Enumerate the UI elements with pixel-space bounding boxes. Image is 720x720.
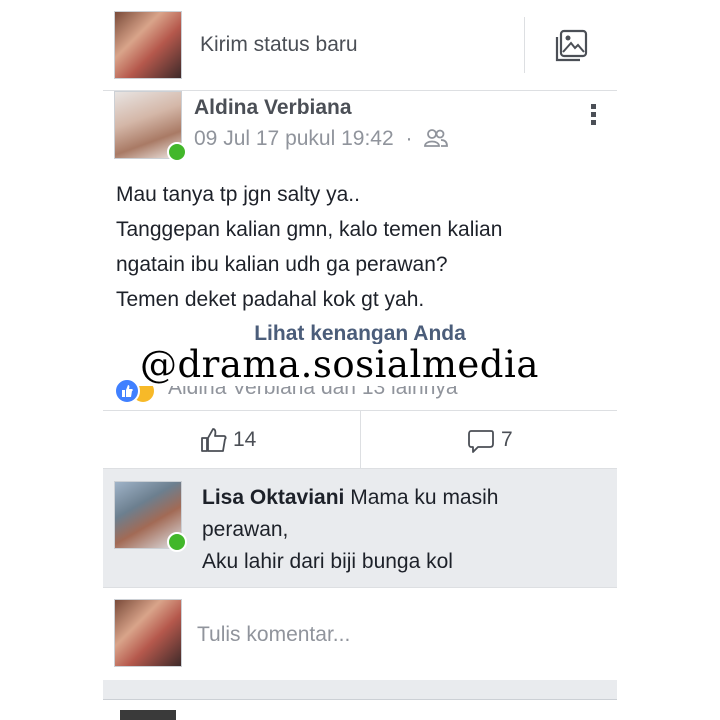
meta-separator: · (405, 127, 413, 150)
status-composer[interactable]: Kirim status baru (103, 0, 617, 90)
online-status-indicator (167, 142, 187, 162)
comment-text: Aku lahir dari biji bunga kol (202, 550, 453, 573)
post-date: 09 Jul 17 pukul 19:42 (194, 127, 394, 150)
more-vertical-icon[interactable] (591, 104, 599, 125)
like-count: 14 (233, 428, 257, 451)
comment-input[interactable]: Tulis komentar... (197, 623, 350, 647)
post-text-line: ngatain ibu kalian udh ga perawan? (116, 253, 448, 276)
comment-author-name[interactable]: Lisa Oktaviani (202, 486, 344, 509)
comment-body: Lisa Oktaviani Mama ku masih perawan, Ak… (202, 482, 602, 578)
current-user-avatar[interactable] (114, 11, 182, 79)
like-reaction-icon (114, 378, 140, 404)
composer-input[interactable]: Kirim status baru (200, 33, 358, 57)
friends-audience-icon (424, 128, 449, 154)
post-text-line: Temen deket padahal kok gt yah. (116, 288, 425, 311)
post-text-line: Tanggepan kalian gmn, kalo temen kalian (116, 218, 503, 241)
comment-count: 7 (501, 428, 513, 451)
comment-item: Lisa Oktaviani Mama ku masih perawan, Ak… (103, 468, 617, 586)
post-body: Mau tanya tp jgn salty ya.. Tanggepan ka… (116, 177, 606, 317)
post-timestamp[interactable]: 09 Jul 17 pukul 19:42 · (194, 127, 449, 154)
thumbs-up-icon (200, 427, 228, 458)
comment-button[interactable]: 7 (361, 411, 617, 468)
comment-text: Mama ku masih (350, 486, 499, 509)
feed-gap (103, 680, 617, 700)
comments-section: Lisa Oktaviani Mama ku masih perawan, Ak… (103, 468, 617, 680)
photo-gallery-icon[interactable] (554, 28, 590, 69)
current-user-avatar[interactable] (114, 599, 182, 667)
feed-column: Kirim status baru Aldina Verbiana 09 Jul… (103, 0, 617, 720)
post-text-line: Mau tanya tp jgn salty ya.. (116, 183, 360, 206)
online-status-indicator (167, 532, 187, 552)
comment-bubble-icon (467, 428, 495, 459)
next-post-avatar[interactable] (120, 710, 176, 720)
like-button[interactable]: 14 (103, 411, 360, 468)
composer-separator (524, 17, 525, 73)
next-post-peek (103, 700, 617, 720)
comment-text: perawan, (202, 518, 289, 541)
post-author-name[interactable]: Aldina Verbiana (194, 96, 352, 120)
watermark-text: @drama.sosialmedia (132, 344, 547, 386)
reply-composer[interactable]: Tulis komentar... (103, 588, 617, 680)
